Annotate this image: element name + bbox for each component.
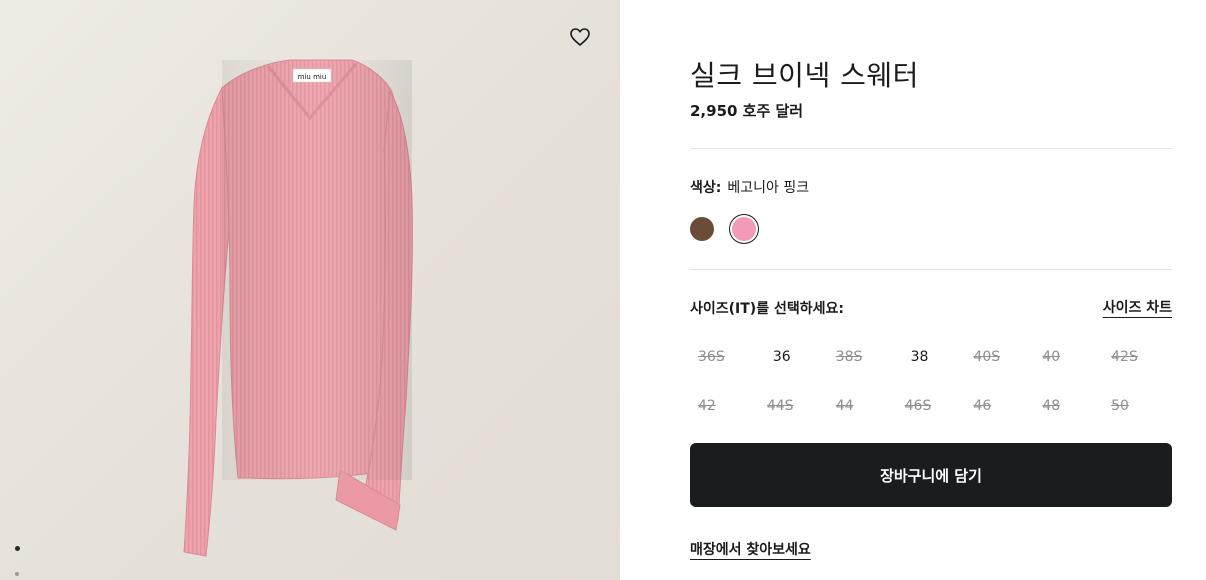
find-in-store-link[interactable]: 매장에서 찾아보세요 — [690, 539, 811, 559]
size-option[interactable]: 44 — [828, 381, 897, 430]
divider — [690, 269, 1172, 270]
size-option[interactable]: 36 — [759, 332, 828, 381]
color-swatch-begonia-pink[interactable] — [732, 217, 756, 241]
size-option[interactable]: 40 — [1034, 332, 1103, 381]
product-details: 실크 브이넥 스웨터 2,950 호주 달러 색상: 베고니아 핑크 사이즈(IT… — [690, 0, 1172, 580]
size-option[interactable]: 46 — [965, 381, 1034, 430]
size-option[interactable]: 42 — [690, 381, 759, 430]
size-heading: 사이즈(IT)를 선택하세요: — [690, 301, 844, 317]
color-label: 색상: — [690, 180, 722, 196]
size-option[interactable]: 38S — [828, 332, 897, 381]
size-option[interactable]: 36S — [690, 332, 759, 381]
divider — [690, 148, 1172, 149]
add-to-bag-button[interactable]: 장바구니에 담기 — [690, 443, 1172, 507]
size-grid: 36S 36 38S 38 40S 40 42S 42 44S 44 46S 46 48 50 — [690, 332, 1172, 430]
color-value: 베고니아 핑크 — [727, 180, 810, 196]
size-option[interactable]: 42S — [1103, 332, 1172, 381]
product-price: 2,950 호주 달러 — [690, 102, 804, 120]
size-chart-link[interactable]: 사이즈 차트 — [1103, 297, 1172, 317]
carousel-dot[interactable] — [15, 546, 20, 551]
product-title: 실크 브이넥 스웨터 — [690, 59, 919, 92]
size-option[interactable]: 46S — [897, 381, 966, 430]
color-swatch-brown[interactable] — [690, 217, 714, 241]
product-image: miu miu — [183, 59, 414, 557]
size-option[interactable]: 38 — [897, 332, 966, 381]
size-option[interactable]: 44S — [759, 381, 828, 430]
size-option[interactable]: 40S — [965, 332, 1034, 381]
product-image-panel: miu miu — [0, 0, 620, 580]
color-selection: 색상: 베고니아 핑크 — [690, 177, 809, 197]
size-option[interactable]: 50 — [1103, 381, 1172, 430]
carousel-dot[interactable] — [15, 572, 19, 576]
product-page: miu miu 실크 브이넥 스웨터 2,950 호주 달러 색상: 베고니아 핑… — [0, 0, 1206, 580]
wishlist-button[interactable] — [566, 24, 594, 50]
size-option[interactable]: 48 — [1034, 381, 1103, 430]
image-carousel-dots — [0, 0, 40, 580]
heart-icon — [570, 28, 590, 46]
brand-label: miu miu — [298, 73, 327, 81]
